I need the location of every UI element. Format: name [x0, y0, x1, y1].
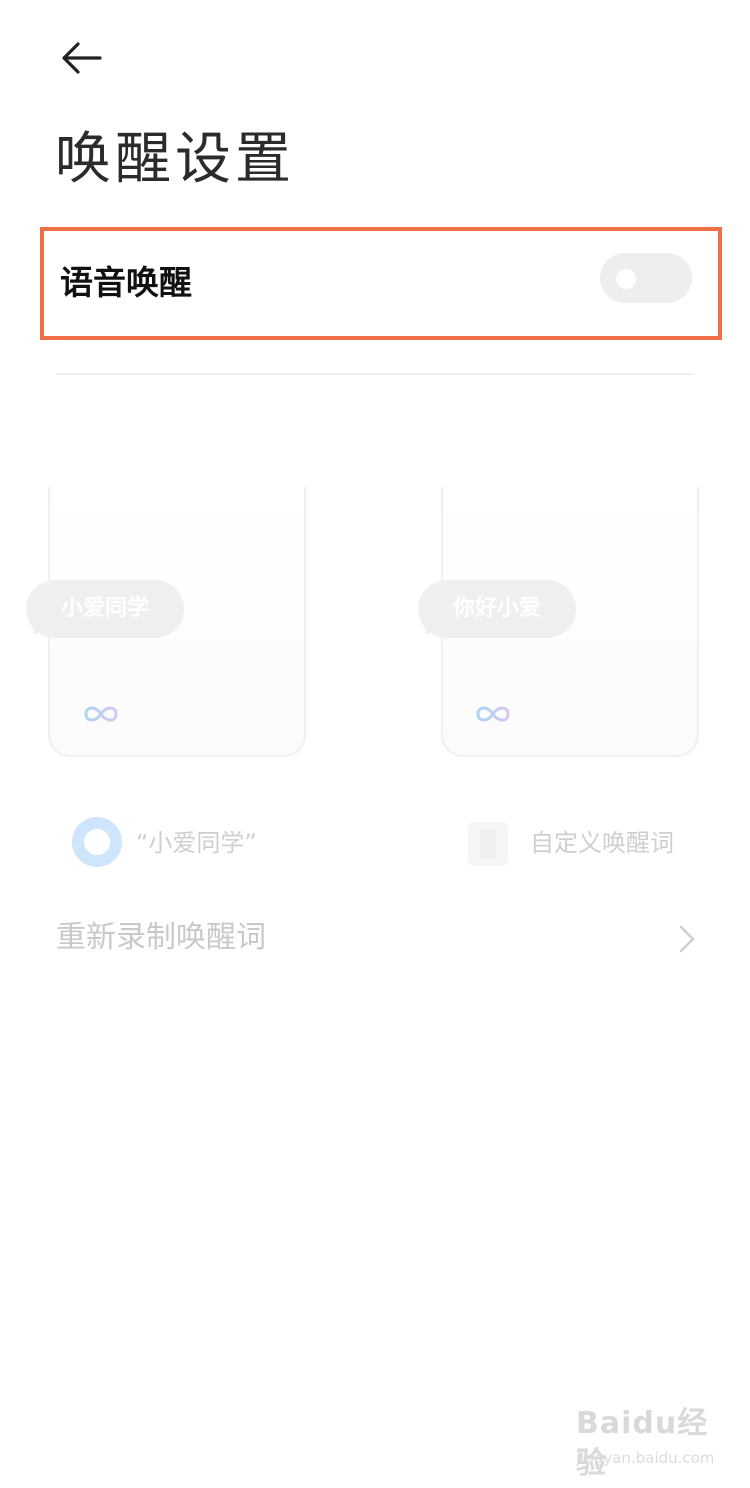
infinity-icon — [476, 706, 510, 722]
voice-wake-row[interactable]: 语音唤醒 — [40, 227, 722, 340]
option-radio-custom[interactable] — [468, 822, 508, 866]
rerecord-wake-word-row[interactable]: 重新录制唤醒词 — [56, 908, 696, 968]
voice-wake-label: 语音唤醒 — [60, 263, 192, 302]
watermark-subtext: jingyan.baidu.com — [576, 1449, 715, 1467]
speech-bubble-2: 你好小爱 — [418, 580, 576, 638]
watermark: Baidu经验 jingyan.baidu.com — [576, 1404, 726, 1481]
toggle-knob — [616, 269, 636, 289]
back-button[interactable] — [58, 38, 106, 78]
speech-bubble-1: 小爱同学 — [26, 580, 184, 638]
option-label-xiaoai: “小爱同学” — [136, 829, 257, 857]
lock-icon — [480, 830, 496, 858]
voice-wake-toggle[interactable] — [600, 253, 692, 303]
infinity-icon — [84, 706, 118, 722]
rerecord-label: 重新录制唤醒词 — [56, 920, 266, 955]
watermark-text: Baidu经验 — [576, 1406, 709, 1481]
divider — [56, 373, 694, 375]
option-label-custom: 自定义唤醒词 — [530, 829, 674, 857]
chevron-right-icon — [679, 925, 695, 953]
arrow-left-icon — [62, 42, 102, 74]
option-radio-xiaoai[interactable] — [72, 817, 122, 867]
page-title: 唤醒设置 — [55, 127, 295, 192]
